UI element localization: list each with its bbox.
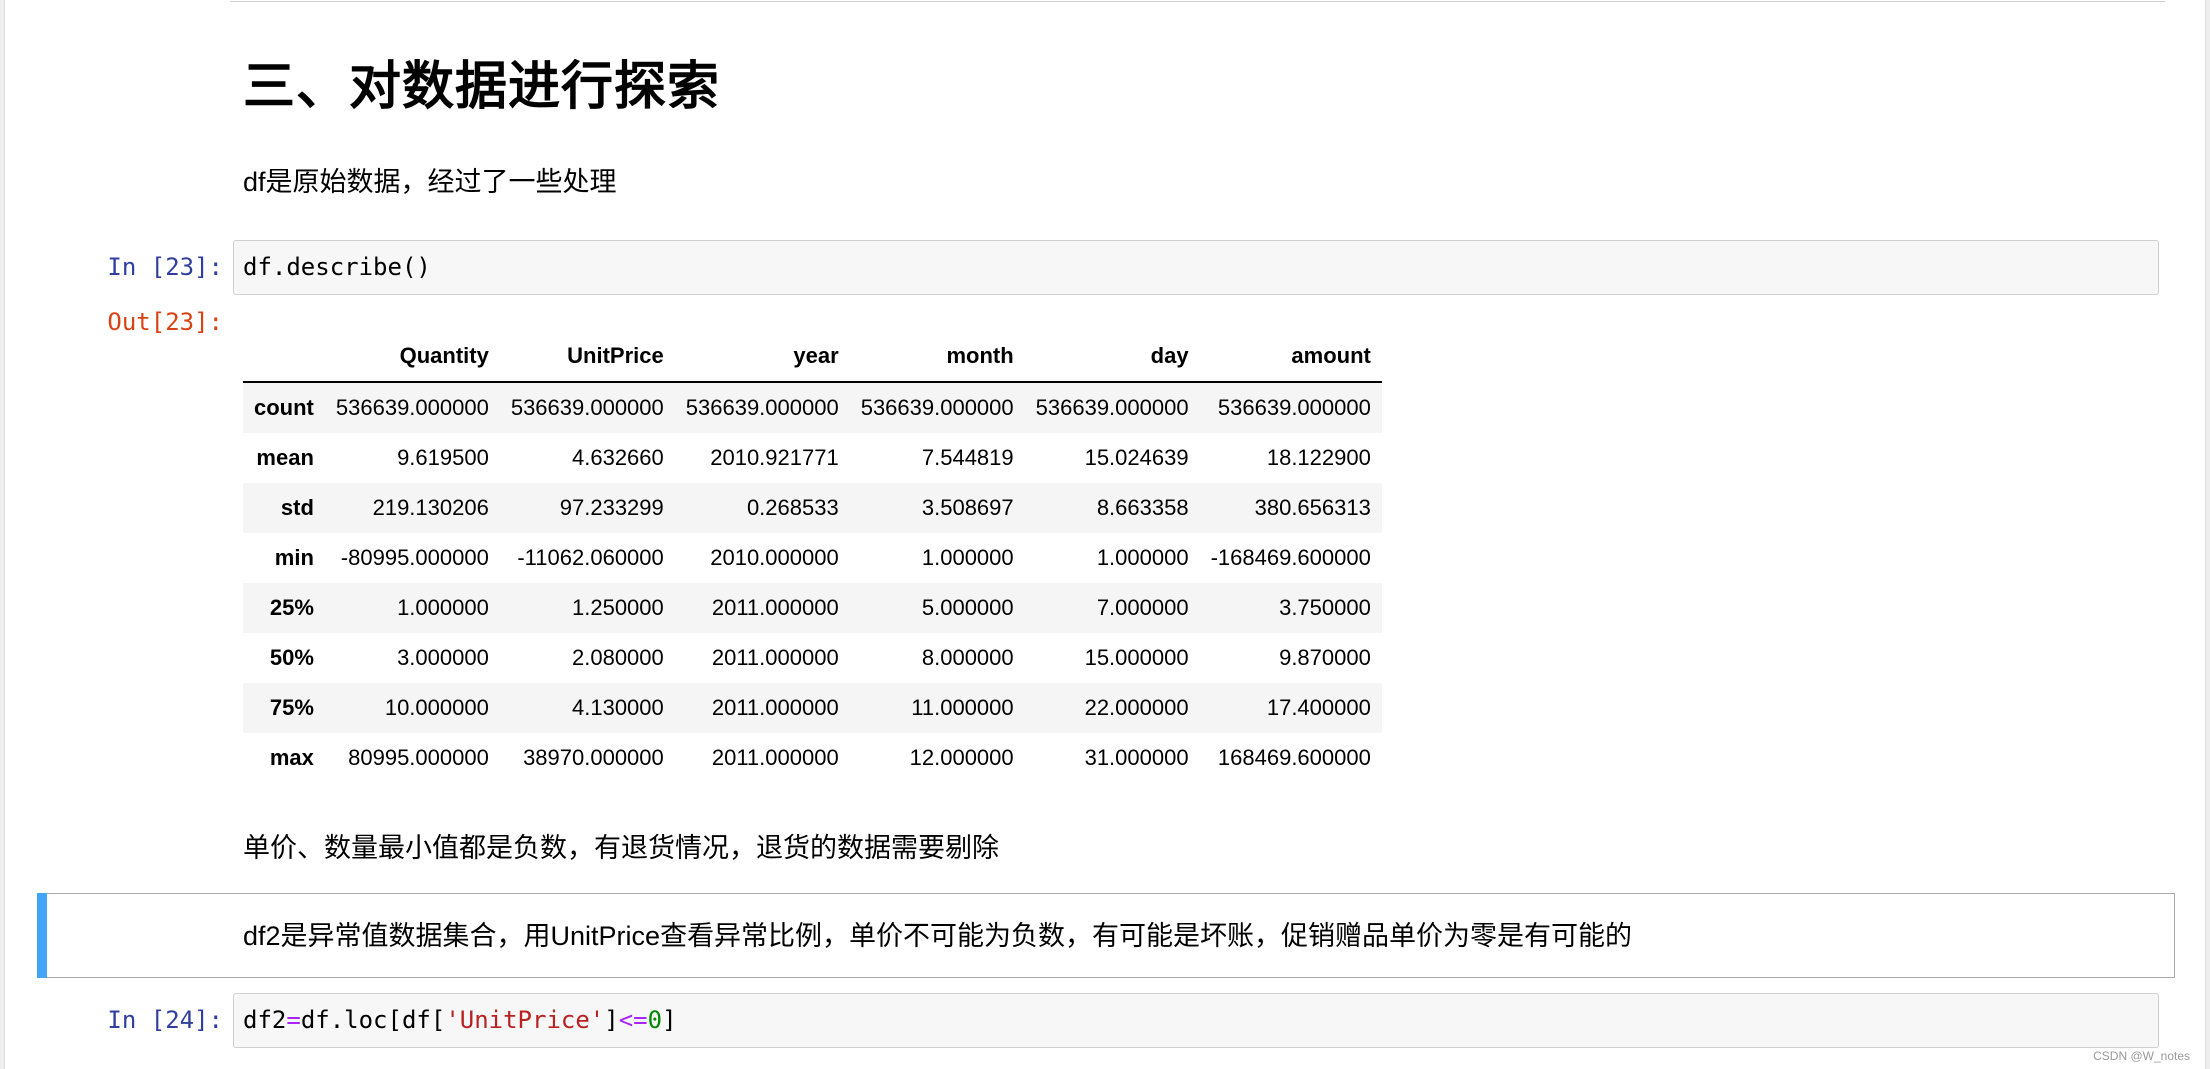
table-cell: 2011.000000 <box>711 745 839 770</box>
table-cell: 7.000000 <box>1096 595 1189 620</box>
table-cell: 1.000000 <box>921 545 1014 570</box>
row-label: std <box>280 495 314 520</box>
table-cell: 168469.600000 <box>1217 745 1371 770</box>
table-cell: 0.268533 <box>746 495 839 520</box>
table-cell: 1.000000 <box>1096 545 1189 570</box>
index-header <box>243 331 325 383</box>
row-label: 50% <box>269 645 314 670</box>
table-cell: 536639.000000 <box>510 395 664 420</box>
code-assign-operator: = <box>286 1006 301 1034</box>
row-label: max <box>269 745 314 770</box>
table-row: min -80995.000000 -11062.060000 2010.000… <box>243 533 1382 583</box>
table-cell: 97.233299 <box>559 495 664 520</box>
table-cell: 7.544819 <box>921 445 1014 470</box>
table-cell: 3.750000 <box>1279 595 1371 620</box>
table-row: 75% 10.000000 4.130000 2011.000000 11.00… <box>243 683 1382 733</box>
watermark: CSDN @W_notes <box>2093 1049 2190 1063</box>
table-cell: 38970.000000 <box>523 745 664 770</box>
row-label: 75% <box>269 695 314 720</box>
table-row: mean 9.619500 4.632660 2010.921771 7.544… <box>243 433 1382 483</box>
table-cell: 9.870000 <box>1279 645 1371 670</box>
table-cell: 1.250000 <box>572 595 664 620</box>
table-row: count 536639.000000 536639.000000 536639… <box>243 382 1382 433</box>
column-header: Quantity <box>324 331 500 383</box>
table-cell: 22.000000 <box>1084 695 1189 720</box>
intro-markdown[interactable]: df是原始数据，经过了一些处理 <box>243 162 617 202</box>
output-prompt-23: Out[23]: <box>107 308 223 336</box>
table-cell: 536639.000000 <box>860 395 1014 420</box>
table-cell: 15.024639 <box>1084 445 1189 470</box>
df2-markdown[interactable]: df2是异常值数据集合，用UnitPrice查看异常比例，单价不可能为负数，有可… <box>243 916 1632 956</box>
table-cell: 12.000000 <box>909 745 1014 770</box>
code-cell-23[interactable]: df.describe() <box>233 240 2159 295</box>
column-header: year <box>674 331 850 383</box>
code-number: 0 <box>647 1006 663 1034</box>
table-cell: 4.632660 <box>572 445 664 470</box>
column-header: month <box>849 331 1025 383</box>
table-cell: 1.000000 <box>397 595 489 620</box>
code-text: df.describe() <box>243 253 431 281</box>
table-cell: 2011.000000 <box>711 645 839 670</box>
table-cell: 536639.000000 <box>1217 395 1371 420</box>
table-cell: 2.080000 <box>572 645 664 670</box>
table-cell: 15.000000 <box>1084 645 1189 670</box>
table-cell: -168469.600000 <box>1210 545 1371 570</box>
table-cell: 3.000000 <box>397 645 489 670</box>
table-cell: 11.000000 <box>911 695 1014 720</box>
table-cell: 31.000000 <box>1084 745 1189 770</box>
input-prompt-23: In [23]: <box>107 253 223 281</box>
selected-cell-indicator <box>37 893 47 978</box>
table-header-row: Quantity UnitPrice year month day amount <box>243 331 1382 383</box>
table-cell: 18.122900 <box>1266 445 1371 470</box>
table-cell: 9.619500 <box>397 445 489 470</box>
table-cell: 2010.000000 <box>710 545 839 570</box>
table-row: std 219.130206 97.233299 0.268533 3.5086… <box>243 483 1382 533</box>
negative-values-markdown[interactable]: 单价、数量最小值都是负数，有退货情况，退货的数据需要剔除 <box>243 828 999 868</box>
code-compare-operator: <= <box>618 1006 648 1034</box>
section-heading: 三、对数据进行探索 <box>243 58 721 116</box>
column-header: amount <box>1199 331 1382 383</box>
table-row: 25% 1.000000 1.250000 2011.000000 5.0000… <box>243 583 1382 633</box>
previous-cell-border <box>230 0 2165 2</box>
input-prompt-24: In [24]: <box>107 1006 223 1034</box>
table-cell: 5.000000 <box>921 595 1014 620</box>
code-bracket: ] <box>604 1006 619 1034</box>
table-cell: -80995.000000 <box>340 545 489 570</box>
table-cell: 8.000000 <box>921 645 1014 670</box>
table-cell: 80995.000000 <box>348 745 489 770</box>
table-cell: 536639.000000 <box>335 395 489 420</box>
table-row: max 80995.000000 38970.000000 2011.00000… <box>243 733 1382 783</box>
table-row: 50% 3.000000 2.080000 2011.000000 8.0000… <box>243 633 1382 683</box>
table-cell: 17.400000 <box>1266 695 1371 720</box>
column-header: UnitPrice <box>499 331 675 383</box>
table-cell: 380.656313 <box>1254 495 1371 520</box>
column-header: day <box>1024 331 1200 383</box>
table-cell: 4.130000 <box>572 695 664 720</box>
code-cell-24[interactable]: df2=df.loc[df['UnitPrice']<=0] <box>233 993 2159 1048</box>
table-cell: 536639.000000 <box>685 395 839 420</box>
row-label: count <box>254 395 314 420</box>
table-cell: 3.508697 <box>921 495 1014 520</box>
table-cell: 8.663358 <box>1096 495 1189 520</box>
describe-output-table: Quantity UnitPrice year month day amount… <box>243 331 1382 783</box>
row-label: mean <box>256 445 314 470</box>
table-cell: 2010.921771 <box>710 445 839 470</box>
row-label: min <box>274 545 314 570</box>
table-cell: 10.000000 <box>384 695 489 720</box>
notebook-container: 三、对数据进行探索 df是原始数据，经过了一些处理 In [23]: df.de… <box>4 0 2206 1069</box>
table-cell: 2011.000000 <box>711 695 839 720</box>
table-cell: -11062.060000 <box>517 545 664 570</box>
code-loc: df.loc[df[ <box>300 1006 446 1034</box>
table-cell: 2011.000000 <box>711 595 839 620</box>
row-label: 25% <box>269 595 314 620</box>
code-var: df2 <box>243 1006 287 1034</box>
table-cell: 536639.000000 <box>1035 395 1189 420</box>
table-cell: 219.130206 <box>372 495 489 520</box>
code-bracket-end: ] <box>662 1006 677 1034</box>
code-string: 'UnitPrice' <box>445 1006 605 1034</box>
